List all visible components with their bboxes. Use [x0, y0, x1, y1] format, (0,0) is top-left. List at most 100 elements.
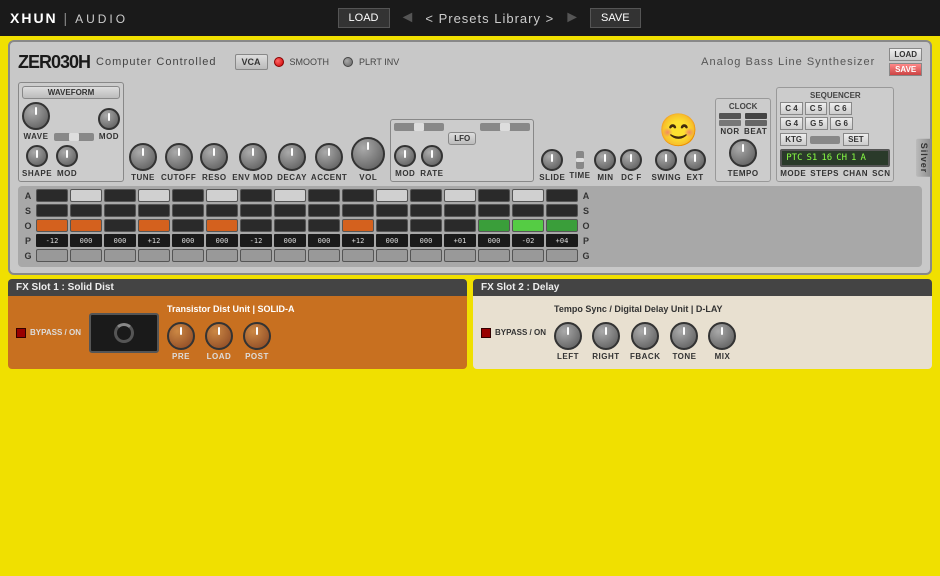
seq-step[interactable]	[172, 204, 204, 217]
seq-step[interactable]	[36, 189, 68, 202]
seq-step[interactable]	[274, 204, 306, 217]
seq-step[interactable]	[308, 189, 340, 202]
ext-knob[interactable]	[684, 149, 706, 171]
seq-step[interactable]	[70, 204, 102, 217]
seq-step[interactable]	[444, 189, 476, 202]
swing-knob[interactable]	[655, 149, 677, 171]
seq-step[interactable]	[444, 204, 476, 217]
seq-step[interactable]	[70, 249, 102, 262]
seq-step[interactable]	[36, 249, 68, 262]
seq-step[interactable]	[36, 204, 68, 217]
seq-step[interactable]	[546, 219, 578, 232]
seq-step[interactable]	[410, 204, 442, 217]
c4-btn[interactable]: C 4	[780, 102, 802, 115]
mix-knob[interactable]	[708, 322, 736, 350]
seq-step[interactable]	[546, 249, 578, 262]
seq-step[interactable]	[240, 249, 272, 262]
seq-step[interactable]	[342, 219, 374, 232]
synth-save-btn[interactable]: SAVE	[889, 63, 922, 76]
seq-step[interactable]	[70, 189, 102, 202]
seq-step[interactable]	[342, 189, 374, 202]
seq-step[interactable]	[138, 219, 170, 232]
seq-step[interactable]	[206, 189, 238, 202]
left-knob[interactable]	[554, 322, 582, 350]
accent-knob[interactable]	[315, 143, 343, 171]
seq-step[interactable]	[240, 204, 272, 217]
seq-step[interactable]	[410, 219, 442, 232]
min-knob[interactable]	[594, 149, 616, 171]
vol-knob[interactable]	[351, 137, 385, 171]
seq-step[interactable]	[206, 219, 238, 232]
seq-step[interactable]	[104, 204, 136, 217]
seq-step[interactable]	[274, 189, 306, 202]
seq-step[interactable]	[274, 249, 306, 262]
lfo-slider[interactable]	[394, 123, 444, 131]
time-slider[interactable]	[576, 151, 584, 169]
seq-step[interactable]	[478, 204, 510, 217]
seq-step[interactable]	[444, 219, 476, 232]
reso-knob[interactable]	[200, 143, 228, 171]
tune-knob[interactable]	[129, 143, 157, 171]
seq-step[interactable]	[512, 219, 544, 232]
seq-step[interactable]	[478, 189, 510, 202]
mod-knob[interactable]	[98, 108, 120, 130]
tone-knob[interactable]	[670, 322, 698, 350]
seq-step[interactable]	[206, 249, 238, 262]
wave-knob[interactable]	[22, 102, 50, 130]
seq-step[interactable]	[444, 249, 476, 262]
seq-step[interactable]	[512, 189, 544, 202]
c5-btn[interactable]: C 5	[805, 102, 827, 115]
shape-knob[interactable]	[26, 145, 48, 167]
seq-step[interactable]	[138, 189, 170, 202]
seq-step[interactable]	[410, 189, 442, 202]
seq-step[interactable]	[70, 219, 102, 232]
post-knob[interactable]	[243, 322, 271, 350]
set-slider[interactable]	[810, 136, 840, 144]
seq-step[interactable]	[512, 204, 544, 217]
seq-step[interactable]	[308, 249, 340, 262]
seq-step[interactable]	[478, 249, 510, 262]
vca-btn[interactable]: VCA	[235, 54, 268, 70]
seq-step[interactable]	[240, 219, 272, 232]
lfo-mod-knob[interactable]	[394, 145, 416, 167]
right-knob[interactable]	[592, 322, 620, 350]
load-button[interactable]: LOAD	[338, 8, 390, 28]
seq-step[interactable]	[308, 219, 340, 232]
seq-step[interactable]	[376, 189, 408, 202]
decay-knob[interactable]	[278, 143, 306, 171]
g4-btn[interactable]: G 4	[780, 117, 803, 130]
lfo-slider2[interactable]	[480, 123, 530, 131]
synth-load-btn[interactable]: LOAD	[889, 48, 922, 61]
fx-load-knob[interactable]	[205, 322, 233, 350]
tempo-knob[interactable]	[729, 139, 757, 167]
seq-step[interactable]	[410, 249, 442, 262]
seq-step[interactable]	[104, 249, 136, 262]
seq-step[interactable]	[172, 189, 204, 202]
cutoff-knob[interactable]	[165, 143, 193, 171]
slide-knob[interactable]	[541, 149, 563, 171]
dc-f-knob[interactable]	[620, 149, 642, 171]
seq-step[interactable]	[546, 204, 578, 217]
env-mod-knob[interactable]	[239, 143, 267, 171]
c6-btn[interactable]: C 6	[829, 102, 851, 115]
seq-step[interactable]	[342, 249, 374, 262]
seq-step[interactable]	[512, 249, 544, 262]
seq-step[interactable]	[478, 219, 510, 232]
g5-btn[interactable]: G 5	[805, 117, 828, 130]
seq-step[interactable]	[104, 189, 136, 202]
seq-step[interactable]	[172, 219, 204, 232]
seq-step[interactable]	[36, 219, 68, 232]
set-btn[interactable]: SET	[843, 133, 869, 146]
seq-step[interactable]	[342, 204, 374, 217]
seq-step[interactable]	[240, 189, 272, 202]
save-button[interactable]: SAVE	[590, 8, 641, 28]
lfo-rate-knob[interactable]	[421, 145, 443, 167]
seq-step[interactable]	[138, 204, 170, 217]
seq-step[interactable]	[376, 219, 408, 232]
seq-step[interactable]	[138, 249, 170, 262]
seq-step[interactable]	[376, 204, 408, 217]
ktg-btn[interactable]: KTG	[780, 133, 807, 146]
g6-btn[interactable]: G 6	[830, 117, 853, 130]
pre-knob[interactable]	[167, 322, 195, 350]
seq-step[interactable]	[274, 219, 306, 232]
